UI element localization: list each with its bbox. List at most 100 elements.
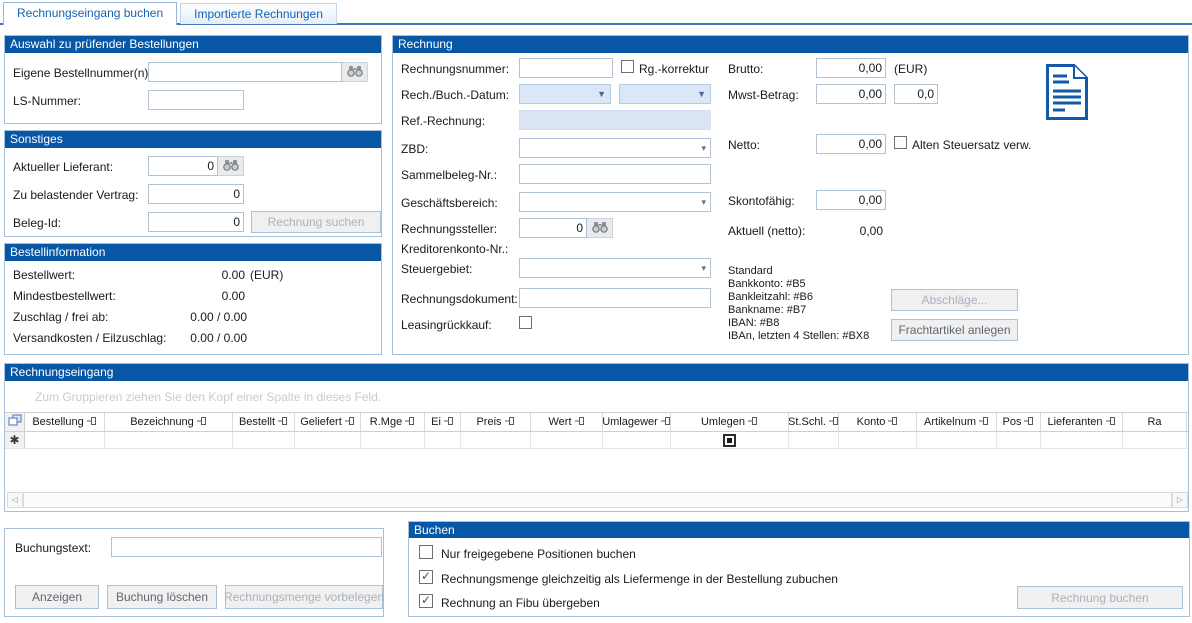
cell-bestellt[interactable] [233, 432, 295, 448]
sammelbeleg-input[interactable] [519, 164, 711, 184]
mwst-satz-input[interactable] [894, 84, 938, 104]
scroll-left-arrow[interactable]: ◁ [7, 492, 23, 508]
column-header-stschl[interactable]: St.Schl. [789, 413, 839, 431]
mwst-betrag-input[interactable] [816, 84, 886, 104]
nur-freigegebene-checkbox[interactable] [419, 545, 433, 559]
fibu-uebergeben-checkbox[interactable] [419, 594, 433, 608]
rechnungsmenge-zubuchen-checkbox[interactable] [419, 570, 433, 584]
pin-icon[interactable] [829, 416, 839, 429]
geschaeftsbereich-dropdown[interactable]: ▾ [519, 192, 711, 212]
pin-icon[interactable] [888, 416, 898, 429]
rechnung-buchen-button[interactable]: Rechnung buchen [1017, 586, 1183, 609]
rechnungsnummer-input[interactable] [519, 58, 613, 78]
rechnungsmenge-zubuchen-label: Rechnungsmenge gleichzeitig als Lieferme… [441, 572, 838, 586]
cell-bestellung[interactable] [25, 432, 105, 448]
zu-belastender-vertrag-input[interactable] [148, 184, 244, 204]
rechnungsmenge-vorbelegen-button[interactable]: Rechnungsmenge vorbelegen [225, 585, 383, 609]
buchungstext-input[interactable] [111, 537, 382, 557]
aktueller-lieferant-input[interactable] [148, 156, 218, 176]
zbd-dropdown[interactable]: ▾ [519, 138, 711, 158]
eigene-bestellnummer-search-button[interactable] [342, 62, 368, 82]
cell-bezeichnung[interactable] [105, 432, 233, 448]
ls-nummer-input[interactable] [148, 90, 244, 110]
alten-steuersatz-checkbox[interactable] [894, 136, 907, 149]
grid-new-row[interactable]: ✱ [5, 432, 1188, 449]
cell-preis[interactable] [461, 432, 531, 448]
column-header-bestellt[interactable]: Bestellt [233, 413, 295, 431]
rechnungsdokument-input[interactable] [519, 288, 711, 308]
pin-icon[interactable] [979, 416, 989, 429]
umlegen-checkbox[interactable] [723, 434, 736, 447]
buchungsdatum-dropdown[interactable]: ▼ [619, 84, 711, 104]
pin-icon[interactable] [575, 416, 585, 429]
rechnungssteller-input[interactable] [519, 218, 587, 238]
column-header-ei[interactable]: Ei [425, 413, 461, 431]
pin-icon[interactable] [444, 416, 454, 429]
column-header-bestellung[interactable]: Bestellung [25, 413, 105, 431]
pin-icon[interactable] [661, 416, 671, 429]
pin-icon[interactable] [345, 416, 355, 429]
cell-geliefert[interactable] [295, 432, 361, 448]
pin-icon[interactable] [1024, 416, 1034, 429]
column-header-wert[interactable]: Wert [531, 413, 603, 431]
column-header-geliefert[interactable]: Geliefert [295, 413, 361, 431]
column-header-bezeichnung[interactable]: Bezeichnung [105, 413, 233, 431]
column-header-konto[interactable]: Konto [839, 413, 917, 431]
column-header-umlagewer[interactable]: Umlagewer [603, 413, 671, 431]
pin-icon[interactable] [87, 416, 97, 429]
rechnungssteller-search-button[interactable] [587, 218, 613, 238]
rechnungsdatum-dropdown[interactable]: ▼ [519, 84, 611, 104]
aktuell-netto-value: 0,00 [816, 224, 883, 238]
group-by-drop-area[interactable]: Zum Gruppieren ziehen Sie den Kopf einer… [35, 390, 381, 404]
brutto-input[interactable] [816, 58, 886, 78]
column-header-artikelnum[interactable]: Artikelnum [917, 413, 997, 431]
cell-umlegen[interactable] [671, 432, 789, 448]
column-header-rmge[interactable]: R.Mge [361, 413, 425, 431]
column-header-ra[interactable]: Ra [1123, 413, 1187, 431]
chevron-down-icon: ▾ [701, 198, 706, 207]
netto-input[interactable] [816, 134, 886, 154]
cell-ei[interactable] [425, 432, 461, 448]
pin-icon[interactable] [748, 416, 758, 429]
pin-icon[interactable] [1106, 416, 1116, 429]
cell-wert[interactable] [531, 432, 603, 448]
skontofaehig-input[interactable] [816, 190, 886, 210]
steuergebiet-dropdown[interactable]: ▾ [519, 258, 711, 278]
brutto-currency: (EUR) [894, 62, 927, 76]
anzeigen-button[interactable]: Anzeigen [15, 585, 99, 609]
cell-rmge[interactable] [361, 432, 425, 448]
beleg-id-input[interactable] [148, 212, 244, 232]
buchung-loeschen-button[interactable]: Buchung löschen [107, 585, 217, 609]
horizontal-scrollbar[interactable]: ◁ ▷ [7, 492, 1188, 508]
scrollbar-thumb[interactable] [23, 492, 1172, 508]
cell-ra[interactable] [1123, 432, 1187, 448]
cell-lieferanten[interactable] [1041, 432, 1123, 448]
cell-artikelnum[interactable] [917, 432, 997, 448]
cell-umlagewer[interactable] [603, 432, 671, 448]
pin-icon[interactable] [405, 416, 415, 429]
scroll-right-arrow[interactable]: ▷ [1172, 492, 1188, 508]
column-header-preis[interactable]: Preis [461, 413, 531, 431]
column-header-umlegen[interactable]: Umlegen [671, 413, 789, 431]
abschlaege-button[interactable]: Abschläge... [891, 289, 1018, 311]
cell-pos[interactable] [997, 432, 1041, 448]
tab-importierte-rechnungen[interactable]: Importierte Rechnungen [180, 3, 337, 24]
cell-konto[interactable] [839, 432, 917, 448]
rg-korrektur-checkbox[interactable] [621, 60, 634, 73]
leasingrueckkauf-checkbox[interactable] [519, 316, 532, 329]
frachtartikel-anlegen-button[interactable]: Frachtartikel anlegen [891, 319, 1018, 341]
column-header-lieferanten[interactable]: Lieferanten [1041, 413, 1123, 431]
rechnung-suchen-button[interactable]: Rechnung suchen [251, 211, 381, 233]
cell-stschl[interactable] [789, 432, 839, 448]
pin-icon[interactable] [197, 416, 207, 429]
pin-icon[interactable] [278, 416, 288, 429]
pin-icon[interactable] [505, 416, 515, 429]
zbd-label: ZBD: [401, 142, 428, 156]
eigene-bestellnummer-input[interactable] [148, 62, 342, 82]
column-header-pos[interactable]: Pos [997, 413, 1041, 431]
grid-corner-selector[interactable] [5, 413, 25, 431]
chevron-down-icon: ▾ [701, 264, 706, 273]
buchen-panel: Buchen Nur freigegebene Positionen buche… [408, 521, 1190, 617]
lieferant-search-button[interactable] [218, 156, 244, 176]
tab-rechnungseingang-buchen[interactable]: Rechnungseingang buchen [3, 2, 177, 25]
